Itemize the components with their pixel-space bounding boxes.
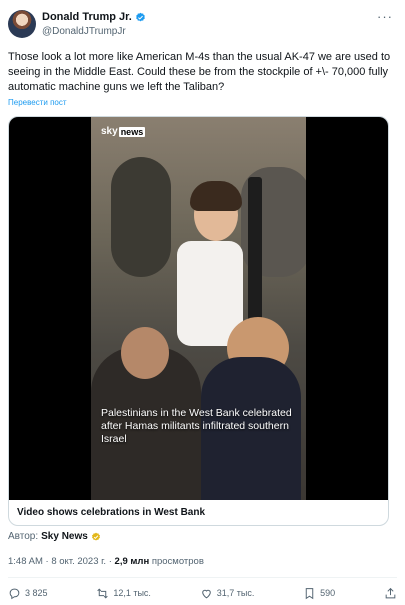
author-display-name[interactable]: Donald Trump Jr. xyxy=(42,11,132,23)
source-name[interactable]: Sky News xyxy=(41,531,88,542)
author-handle[interactable]: @DonaldJTrumpJr xyxy=(42,26,126,37)
heart-icon xyxy=(201,589,211,598)
reply-count: 3 825 xyxy=(25,588,48,598)
source-attribution: Автор: Sky News xyxy=(8,531,101,542)
share-button[interactable] xyxy=(384,587,397,600)
video-card[interactable]: sky news Palestinians in the West Bank ce… xyxy=(8,116,389,526)
like-button[interactable]: 31,7 тыс. xyxy=(200,587,255,600)
tweet-header: Donald Trump Jr. @DonaldJTrumpJr ··· xyxy=(8,8,397,40)
translate-post-link[interactable]: Перевести пост xyxy=(8,98,67,107)
video-caption: Palestinians in the West Bank celebrated… xyxy=(101,407,292,445)
author-name-line: Donald Trump Jr. xyxy=(42,11,146,23)
avatar[interactable] xyxy=(8,10,36,38)
reply-icon xyxy=(9,588,20,599)
post-meta: 1:48 AM · 8 окт. 2023 г. · 2,9 млн просм… xyxy=(8,556,204,567)
action-bar: 3 825 12,1 тыс. 31,7 тыс. 590 xyxy=(8,585,397,601)
repost-count: 12,1 тыс. xyxy=(113,588,151,598)
bookmark-button[interactable]: 590 xyxy=(303,587,335,600)
bookmark-icon xyxy=(305,587,314,599)
repost-button[interactable]: 12,1 тыс. xyxy=(96,587,151,600)
view-count: 2,9 млн xyxy=(114,556,150,567)
verified-badge-icon xyxy=(136,12,145,21)
repost-icon xyxy=(97,587,109,599)
more-options-icon[interactable]: ··· xyxy=(377,10,393,23)
post-date[interactable]: 8 окт. 2023 г. xyxy=(51,556,106,567)
share-icon xyxy=(385,587,396,598)
reply-button[interactable]: 3 825 xyxy=(8,587,48,600)
views-label: просмотров xyxy=(151,556,204,567)
video-card-title[interactable]: Video shows celebrations in West Bank xyxy=(17,507,205,518)
post-time[interactable]: 1:48 AM xyxy=(8,556,43,567)
video-frame: sky news Palestinians in the West Bank ce… xyxy=(91,117,306,500)
video-player[interactable]: sky news Palestinians in the West Bank ce… xyxy=(9,117,388,500)
like-count: 31,7 тыс. xyxy=(216,588,255,598)
verified-gold-badge-icon xyxy=(91,532,100,541)
sky-news-logo: sky news xyxy=(101,126,146,137)
tweet-text: Those look a lot more like American M-4s… xyxy=(8,51,391,93)
source-prefix: Автор: xyxy=(8,531,39,542)
divider xyxy=(8,577,397,578)
bookmark-count: 590 xyxy=(320,588,336,598)
